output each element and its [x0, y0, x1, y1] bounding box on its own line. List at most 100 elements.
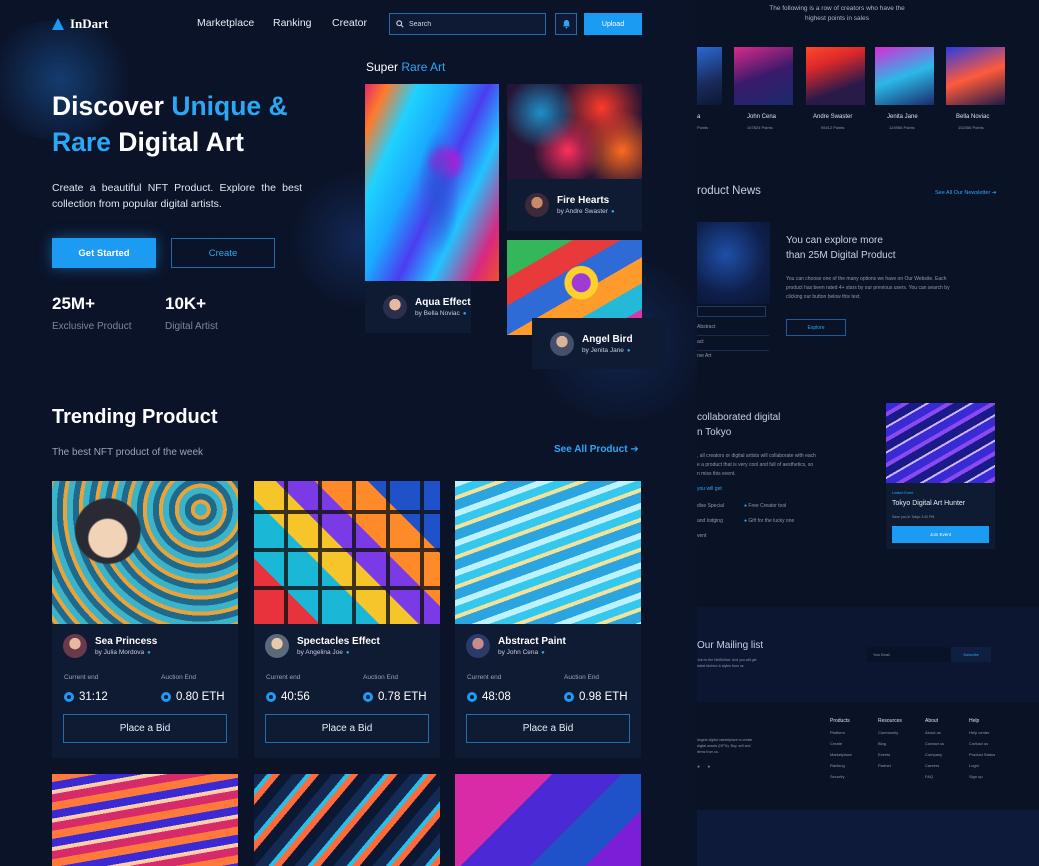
- subscribe-button[interactable]: Subscribe: [951, 647, 991, 662]
- news-list-item[interactable]: Abstract: [697, 324, 769, 336]
- verified-icon: ●: [541, 650, 545, 656]
- super-rare-title-part: Super: [366, 60, 402, 74]
- create-button[interactable]: Create: [171, 238, 275, 268]
- place-bid-button[interactable]: Place a Bid: [265, 714, 429, 743]
- hero-title-part: Digital Art: [110, 127, 244, 157]
- product-image[interactable]: [52, 481, 238, 624]
- upload-button[interactable]: Upload: [584, 13, 642, 35]
- avatar: [265, 634, 289, 658]
- product-card[interactable]: Spectacles Effect by Angelina Joe ● Curre…: [254, 481, 440, 758]
- footer-link[interactable]: Contact us: [925, 741, 944, 746]
- creator-name: Jenita Jane: [887, 114, 918, 120]
- super-rare-title-highlight: Rare Art: [401, 60, 446, 74]
- news-image[interactable]: [697, 222, 770, 304]
- nav-link-creator[interactable]: Creator: [332, 17, 367, 29]
- event-benefit: vent: [697, 533, 707, 539]
- creator-photo[interactable]: [697, 47, 722, 105]
- nav-link-marketplace[interactable]: Marketplace: [197, 17, 254, 29]
- eth-icon: [161, 692, 171, 702]
- footer-link[interactable]: About us: [925, 730, 944, 735]
- artwork-fire-hearts[interactable]: [507, 84, 642, 179]
- footer-link[interactable]: Help center: [969, 730, 995, 735]
- footer-link[interactable]: Careers: [925, 763, 944, 768]
- check-icon: ●: [744, 518, 748, 524]
- art-author: by Jenita Jane: [582, 346, 624, 354]
- newsletter-link-label: See All Our Newsletter: [935, 190, 991, 196]
- join-event-button[interactable]: Join Event: [892, 526, 989, 543]
- art-info-card[interactable]: Angel Bird by Jenita Jane ●: [532, 318, 665, 369]
- footer-link[interactable]: Security: [830, 774, 852, 779]
- mailing-description-line: latest fashion & styles from us: [697, 664, 744, 668]
- footer-link[interactable]: Sign up: [969, 774, 995, 779]
- footer-link[interactable]: Events: [878, 752, 902, 757]
- place-bid-button[interactable]: Place a Bid: [63, 714, 227, 743]
- news-list-item[interactable]: act: [697, 339, 769, 351]
- footer-link[interactable]: Community: [878, 730, 902, 735]
- art-name: Angel Bird: [582, 333, 633, 345]
- footer-link[interactable]: Marketplace: [830, 752, 852, 757]
- social-icon[interactable]: ●: [697, 764, 700, 770]
- footer-link[interactable]: Login: [969, 763, 995, 768]
- auction-end-label: Auction End: [564, 674, 600, 681]
- creators-intro-line: The following is a row of creators who h…: [769, 5, 905, 12]
- news-list-item[interactable]: rse Art: [697, 353, 769, 359]
- footer-link[interactable]: Platform: [830, 730, 852, 735]
- footer-link[interactable]: Company: [925, 752, 944, 757]
- product-image[interactable]: [52, 774, 238, 866]
- email-input[interactable]: Your Email: [867, 647, 951, 662]
- product-image[interactable]: [254, 481, 440, 624]
- event-image[interactable]: [886, 403, 995, 483]
- explore-button[interactable]: Explore: [786, 319, 846, 336]
- creator-name: Bella Noviac: [956, 114, 990, 120]
- creator-photo[interactable]: [806, 47, 865, 105]
- event-card[interactable]: Limited Event Tokyo Digital Art Hunter S…: [886, 403, 995, 549]
- newsletter-link[interactable]: See All Our Newsletter ➔: [935, 190, 996, 196]
- social-icons[interactable]: ● ●: [697, 764, 710, 770]
- place-bid-button[interactable]: Place a Bid: [466, 714, 630, 743]
- product-image[interactable]: [455, 774, 641, 866]
- news-title: roduct News: [697, 185, 761, 197]
- auction-end-value: 0.80 ETH: [176, 691, 225, 703]
- footer-link[interactable]: Ranking: [830, 763, 852, 768]
- creator-photo[interactable]: [946, 47, 1005, 105]
- current-end-value: 48:08: [482, 691, 511, 703]
- clock-icon: [266, 692, 276, 702]
- nav-link-ranking[interactable]: Ranking: [273, 17, 312, 29]
- art-info-card[interactable]: Fire Hearts by Andre Swaster ●: [507, 179, 642, 231]
- art-author: by Andre Swaster: [557, 208, 608, 215]
- notification-button[interactable]: [555, 13, 577, 35]
- brand-logo[interactable]: InDart: [52, 16, 108, 32]
- creators-intro: The following is a row of creators who h…: [762, 4, 912, 24]
- footer-link[interactable]: Partner: [878, 763, 902, 768]
- product-image[interactable]: [254, 774, 440, 866]
- footer-link[interactable]: Create: [830, 741, 852, 746]
- search-box[interactable]: [389, 13, 546, 35]
- get-started-button[interactable]: Get Started: [52, 238, 156, 268]
- creator-points: 107824 Points: [747, 125, 773, 130]
- search-input[interactable]: [409, 20, 539, 28]
- hero-title: Discover Unique & Rare Digital Art: [52, 88, 352, 160]
- verified-icon: ●: [610, 209, 615, 215]
- footer-link[interactable]: Contact us: [969, 741, 995, 746]
- news-list-label: act: [697, 339, 704, 345]
- footer-link[interactable]: Product Status: [969, 752, 995, 757]
- footer-link[interactable]: Blog: [878, 741, 902, 746]
- product-name: Abstract Paint: [498, 636, 566, 647]
- footer-column: Resources Community Blog Events Partner: [878, 718, 902, 774]
- news-body: You can choose one of the many options w…: [786, 275, 996, 302]
- footer-column-title: Help: [969, 718, 980, 724]
- see-all-products-link[interactable]: See All Product ➔: [554, 444, 639, 455]
- news-body-line: You can choose one of the many options w…: [786, 276, 947, 282]
- product-card[interactable]: Abstract Paint by John Cena ● Current end…: [455, 481, 641, 758]
- news-search-bar[interactable]: [697, 306, 766, 317]
- creator-photo[interactable]: [734, 47, 793, 105]
- product-card[interactable]: Sea Princess by Julia Mordova ● Current e…: [52, 481, 238, 758]
- event-description: , all creators or digital artists will c…: [697, 452, 816, 479]
- art-info-card[interactable]: Aqua Effect by Bella Noviac ●: [365, 281, 471, 333]
- social-icon[interactable]: ●: [707, 764, 710, 770]
- trending-subtitle: The best NFT product of the week: [52, 447, 204, 458]
- footer-link[interactable]: FAQ: [925, 774, 944, 779]
- product-image[interactable]: [455, 481, 641, 624]
- artwork-aqua-effect[interactable]: [365, 84, 499, 281]
- creator-photo[interactable]: [875, 47, 934, 105]
